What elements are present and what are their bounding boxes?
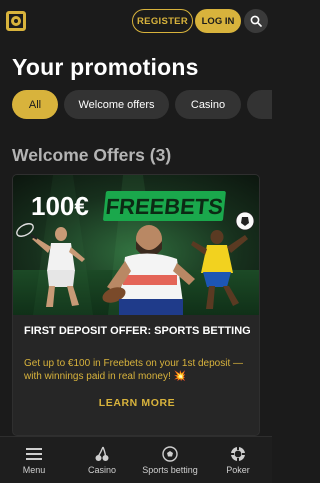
nav-item-menu[interactable]: Menu [4,437,64,483]
section-title: Welcome Offers (3) [12,145,172,165]
login-button[interactable]: LOG IN [195,9,241,33]
page-title: Your promotions [12,54,199,80]
cherries-icon [95,446,109,461]
learn-more-button[interactable]: LEARN MORE [13,397,259,409]
promotions-page: REGISTER LOG IN Your promotions All Welc… [0,0,272,483]
search-icon [250,15,262,27]
top-header: REGISTER LOG IN [0,0,272,42]
register-button[interactable]: REGISTER [132,9,193,33]
banner-amount: 100€ [31,191,89,221]
filter-chip-all[interactable]: All [12,90,58,119]
menu-icon [26,448,42,460]
soccer-ball-icon [162,446,178,462]
nav-item-casino[interactable]: Casino [72,437,132,483]
nav-label-sports-betting: Sports betting [142,465,198,475]
bottom-navigation: Menu Casino Sports betting Poker [0,436,272,483]
filter-chips: All Welcome offers Casino [12,90,272,119]
banner-tag: FREEBETS [104,194,224,219]
nav-item-sports-betting[interactable]: Sports betting [136,437,204,483]
offer-description: Get up to €100 in Freebets on your 1st d… [24,358,244,382]
poker-chip-icon [231,447,245,461]
nav-label-poker: Poker [226,465,250,475]
offer-banner-image: 100€ FREEBETS [13,175,259,315]
search-button[interactable] [244,9,268,33]
filter-chip-more[interactable] [247,90,272,119]
nav-label-menu: Menu [22,465,46,475]
filter-chip-welcome-offers[interactable]: Welcome offers [64,90,169,119]
nav-label-casino: Casino [87,465,116,475]
filter-chip-casino[interactable]: Casino [175,90,241,119]
offer-title: FIRST DEPOSIT OFFER: SPORTS BETTING [24,325,251,337]
offer-banner-illustration: 100€ FREEBETS [13,175,259,315]
offer-card[interactable]: 100€ FREEBETS FIRST DEPOSIT OFFER: SPORT… [12,174,260,436]
logo-icon[interactable] [6,11,26,31]
nav-item-poker[interactable]: Poker [208,437,268,483]
